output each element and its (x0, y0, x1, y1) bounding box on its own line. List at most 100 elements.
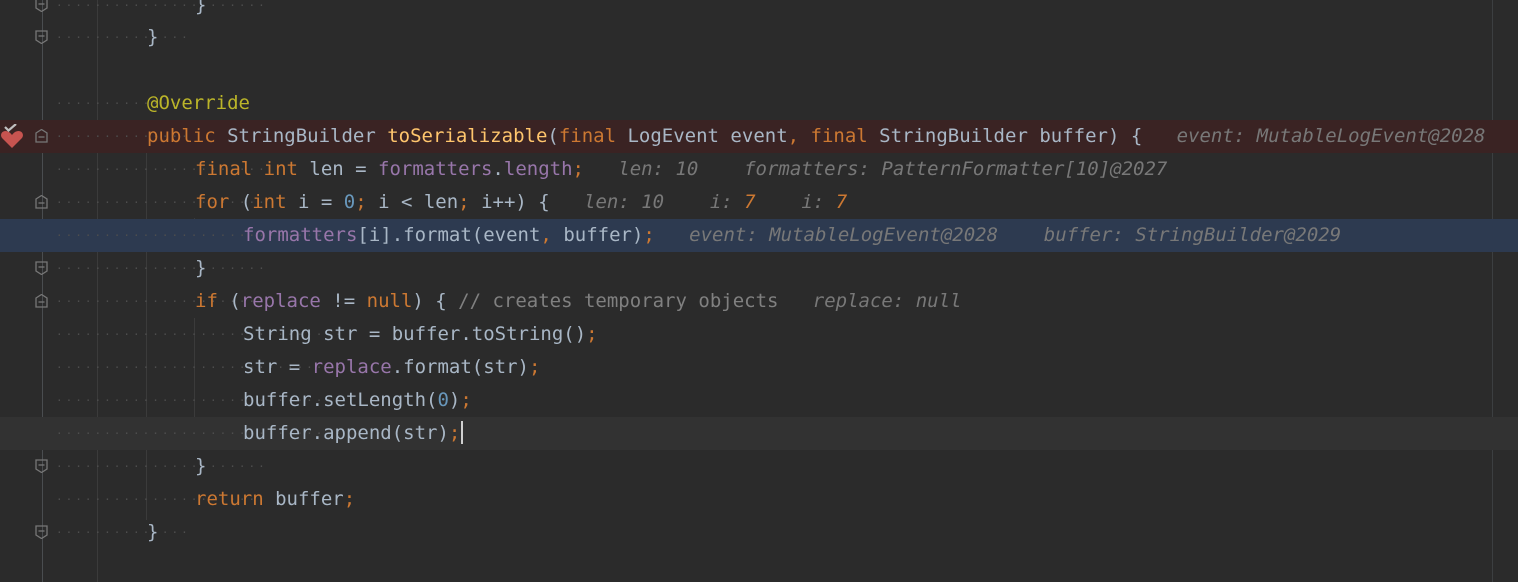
code-line[interactable]: ··············} (0, 516, 1518, 549)
code-token: , (540, 224, 564, 246)
code-text: buffer.append(str); (243, 421, 464, 446)
code-text: buffer.setLength(0); (243, 388, 472, 413)
code-text: } (195, 0, 206, 18)
code-token: // creates temporary objects (458, 290, 779, 312)
code-line[interactable]: ······················} (0, 0, 1518, 22)
code-token: [i].format(event (357, 224, 541, 246)
code-token: i++) { (481, 191, 550, 213)
code-line[interactable]: ······················ return buffer; (0, 483, 1518, 516)
code-line[interactable] (0, 54, 1518, 87)
code-text: } (195, 256, 206, 281)
fold-marker-icon[interactable] (35, 0, 48, 12)
code-token: len = (309, 158, 379, 180)
code-line[interactable]: ·············· @Override (0, 87, 1518, 120)
code-token: null (366, 290, 413, 312)
code-token: } (195, 257, 207, 279)
fold-marker-icon[interactable] (35, 195, 48, 209)
code-token: final int (195, 158, 310, 180)
code-token: ( (547, 125, 559, 147)
code-line[interactable]: ······························ str = repl… (0, 351, 1518, 384)
breakpoint-check-icon[interactable] (0, 124, 24, 150)
code-line[interactable]: ······················ final int len = fo… (0, 153, 1518, 186)
code-token: length (503, 158, 573, 180)
code-token: StringBuilder buffer) { (879, 125, 1143, 147)
code-token: ( (240, 191, 253, 213)
code-token: 0 (437, 389, 449, 411)
code-line[interactable]: ······················ if (replace != nul… (0, 285, 1518, 318)
code-text: if (replace != null) { // creates tempor… (195, 289, 961, 314)
fold-marker-icon[interactable] (35, 129, 48, 143)
code-line[interactable]: ······························ buffer.app… (0, 417, 1518, 450)
breakpoint-line[interactable]: ·············· public StringBuilder toSer… (0, 120, 1518, 153)
debug-inlay-value: i: (755, 191, 836, 213)
debug-inlay-value: 7 (744, 191, 756, 213)
code-text: formatters[i].format(event, buffer); eve… (243, 223, 1341, 248)
code-token: StringBuilder (227, 125, 388, 147)
code-editor[interactable]: ······················} ··············} ··… (0, 0, 1518, 582)
code-text: } (195, 454, 206, 479)
code-token: i = (297, 191, 344, 213)
debug-inlay-value: event: MutableLogEvent@2028 buffer: Stri… (654, 224, 1342, 246)
code-token: } (195, 455, 207, 477)
code-token: str = (243, 356, 312, 378)
code-token: final (558, 125, 628, 147)
code-token: buffer.append(str) (243, 422, 449, 444)
debug-inlay-value: replace: null (778, 290, 962, 312)
whitespace-dots: ·············· (56, 526, 191, 539)
code-line[interactable]: ······················ for (int i = 0; i … (0, 186, 1518, 219)
code-line[interactable]: ··············} (0, 21, 1518, 54)
code-token: i < len (378, 191, 459, 213)
code-token: formatters (378, 158, 493, 180)
code-token: String str = buffer.toString() (243, 323, 587, 345)
code-token: ; (448, 422, 461, 444)
code-token: } (147, 521, 159, 543)
code-token: != (320, 290, 367, 312)
debug-inlay-value: len: 10 i: (549, 191, 745, 213)
whitespace-dots: ······················ (56, 0, 268, 12)
debug-inlay-value: len: 10 formatters: PatternFormatter[10]… (583, 158, 1168, 180)
code-text: String str = buffer.toString(); (243, 322, 598, 347)
code-line[interactable]: ······················} (0, 252, 1518, 285)
code-text: return buffer; (195, 487, 355, 512)
whitespace-dots: ······················ (56, 460, 268, 473)
code-token: ; (643, 224, 655, 246)
code-token: ) (448, 389, 461, 411)
code-token: . (492, 158, 504, 180)
code-text: for (int i = 0; i < len; i++) { len: 10 … (195, 190, 847, 215)
code-token: formatters (243, 224, 358, 246)
fold-marker-icon[interactable] (35, 525, 48, 539)
fold-marker-icon[interactable] (35, 459, 48, 473)
code-line[interactable]: ······························ String str… (0, 318, 1518, 351)
code-token: .format(str) (391, 356, 529, 378)
code-token: ; (529, 356, 541, 378)
code-token: ; (572, 158, 584, 180)
code-text: str = replace.format(str); (243, 355, 540, 380)
fold-marker-icon[interactable] (35, 294, 48, 308)
code-line[interactable]: ······················} (0, 450, 1518, 483)
code-token: if (195, 290, 230, 312)
debug-inlay-value: event: MutableLogEvent@2028 (1142, 125, 1486, 147)
code-token: LogEvent event (627, 125, 788, 147)
code-token: , (787, 125, 811, 147)
code-token: toSerializable (387, 125, 548, 147)
code-token: for (195, 191, 241, 213)
code-token: final (810, 125, 880, 147)
code-text: public StringBuilder toSerializable(fina… (147, 124, 1485, 149)
code-text: @Override (147, 91, 250, 116)
whitespace-dots: ·············· (56, 31, 191, 44)
code-token: int (252, 191, 298, 213)
execution-point-line[interactable]: ······························ formatters… (0, 219, 1518, 252)
fold-marker-icon[interactable] (35, 261, 48, 275)
code-line[interactable]: ······························ buffer.set… (0, 384, 1518, 417)
code-token: public (147, 125, 228, 147)
code-token: @Override (147, 92, 250, 114)
text-caret (461, 421, 464, 444)
code-token: buffer.setLength( (243, 389, 438, 411)
code-token: ; (458, 191, 482, 213)
code-token: replace (311, 356, 392, 378)
code-token: buffer) (563, 224, 644, 246)
fold-marker-icon[interactable] (35, 30, 48, 44)
code-token: buffer (275, 488, 344, 510)
code-token: return (195, 488, 276, 510)
code-token: } (195, 0, 207, 16)
